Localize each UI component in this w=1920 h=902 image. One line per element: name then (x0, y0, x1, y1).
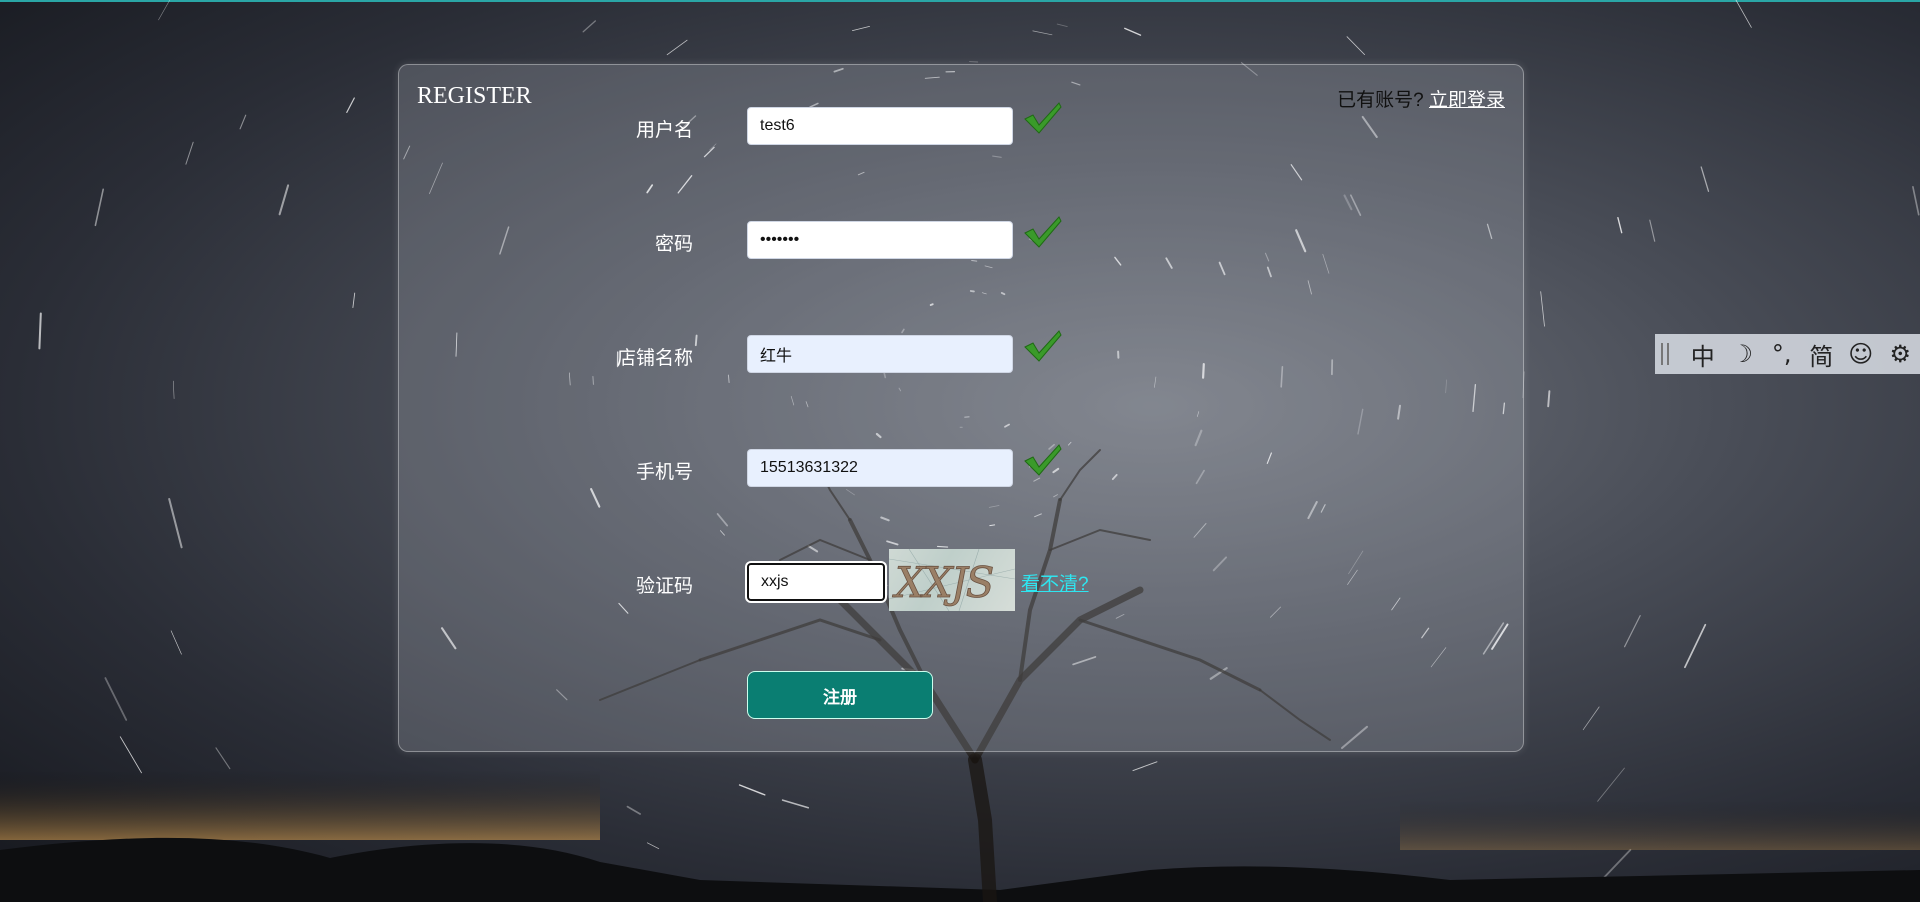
username-input[interactable] (747, 107, 1013, 145)
star-trail (1624, 615, 1641, 648)
star-trail (215, 747, 231, 770)
punctuation-icon[interactable]: °, (1762, 340, 1802, 368)
ime-drag-handle[interactable] (1661, 343, 1669, 365)
star-trail (1032, 30, 1053, 36)
star-trail (1124, 27, 1142, 36)
horizon-glow (0, 770, 600, 840)
check-icon (1024, 330, 1062, 362)
captcha-image[interactable]: XXJS (889, 549, 1015, 611)
check-icon (1024, 102, 1062, 134)
star-trail (781, 799, 810, 809)
star-trail (626, 805, 641, 815)
star-trail (852, 26, 870, 31)
star-trail (352, 292, 356, 309)
star-trail (1684, 623, 1707, 669)
star-trail (239, 114, 247, 130)
phone-label: 手机号 (635, 462, 693, 483)
check-icon (1024, 216, 1062, 248)
simplified-icon[interactable]: 简 (1802, 337, 1842, 372)
star-trail (94, 188, 104, 227)
star-trail (646, 842, 660, 850)
star-trail (346, 97, 355, 114)
star-trail (170, 630, 182, 655)
moon-icon[interactable]: ☽ (1722, 340, 1762, 368)
star-trail (1912, 185, 1920, 216)
star-trail (1735, 0, 1752, 28)
star-trail (1346, 36, 1366, 56)
star-trail (168, 497, 183, 549)
password-input[interactable] (747, 221, 1013, 259)
password-row: 密码 (399, 216, 1523, 263)
check-icon (1024, 444, 1062, 476)
star-trail (1132, 761, 1158, 772)
star-trail (119, 736, 142, 774)
svg-text:XXJS: XXJS (892, 558, 993, 607)
star-trail (185, 141, 194, 165)
page-title: REGISTER (417, 83, 532, 109)
star-trail (582, 20, 597, 33)
phone-row: 手机号 (399, 444, 1523, 491)
gear-icon[interactable]: ⚙ (1881, 340, 1920, 368)
star-trail (666, 39, 688, 56)
star-trail (1582, 706, 1600, 731)
captcha-refresh-link[interactable]: 看不清? (1021, 569, 1089, 596)
star-trail (1649, 219, 1656, 242)
emoji-icon[interactable]: ☺ (1841, 340, 1881, 368)
star-trail (1617, 217, 1623, 234)
star-trail (1597, 767, 1625, 802)
star-trail (1056, 23, 1068, 28)
star-trail (38, 312, 42, 350)
shop-name-input[interactable] (747, 335, 1013, 373)
star-trail (738, 784, 766, 796)
star-trail (1540, 291, 1545, 327)
star-trail (158, 0, 171, 21)
ime-toolbar: 中 ☽ °, 简 ☺ ⚙ (1655, 334, 1920, 374)
captcha-row: 验证码 XXJS 看不清? (399, 549, 1523, 611)
username-row: 用户名 (399, 102, 1523, 149)
captcha-label: 验证码 (635, 576, 693, 597)
star-trail (278, 184, 290, 216)
register-panel: REGISTER 已有账号? 立即登录 用户名 密码 店铺名称 手机号 验证码 … (398, 64, 1524, 752)
chinese-mode-icon[interactable]: 中 (1683, 337, 1723, 372)
username-label: 用户名 (635, 120, 693, 141)
star-trail (1547, 390, 1551, 408)
shop-name-label: 店铺名称 (616, 348, 693, 369)
phone-input[interactable] (747, 449, 1013, 487)
register-button[interactable]: 注册 (747, 671, 933, 719)
star-trail (173, 380, 175, 399)
star-trail (104, 677, 128, 721)
shop-name-row: 店铺名称 (399, 330, 1523, 377)
captcha-input[interactable] (747, 563, 885, 601)
password-label: 密码 (654, 234, 693, 255)
star-trail (1700, 166, 1710, 192)
